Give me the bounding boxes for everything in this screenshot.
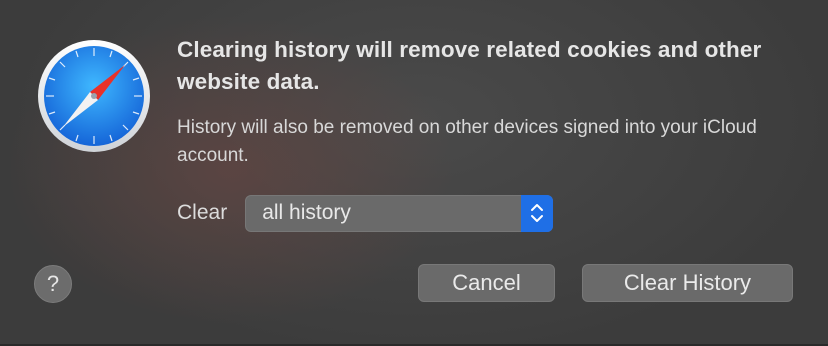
dialog-title: Clearing history will remove related coo… [177,37,762,94]
dialog-message: History will also be removed on other de… [177,117,757,166]
clear-history-dialog: Clearing history will remove related coo… [0,0,828,346]
clear-range-popup[interactable]: all history [245,194,554,232]
clear-label: Clear [177,201,228,224]
help-button[interactable]: ? [34,265,72,303]
cancel-button[interactable]: Cancel [418,264,555,302]
clear-range-row: Clear all history [177,194,554,232]
clear-range-value: all history [262,201,351,224]
safari-compass-icon [38,40,150,152]
clear-history-button[interactable]: Clear History [582,264,793,302]
chevron-up-down-icon [521,194,554,232]
